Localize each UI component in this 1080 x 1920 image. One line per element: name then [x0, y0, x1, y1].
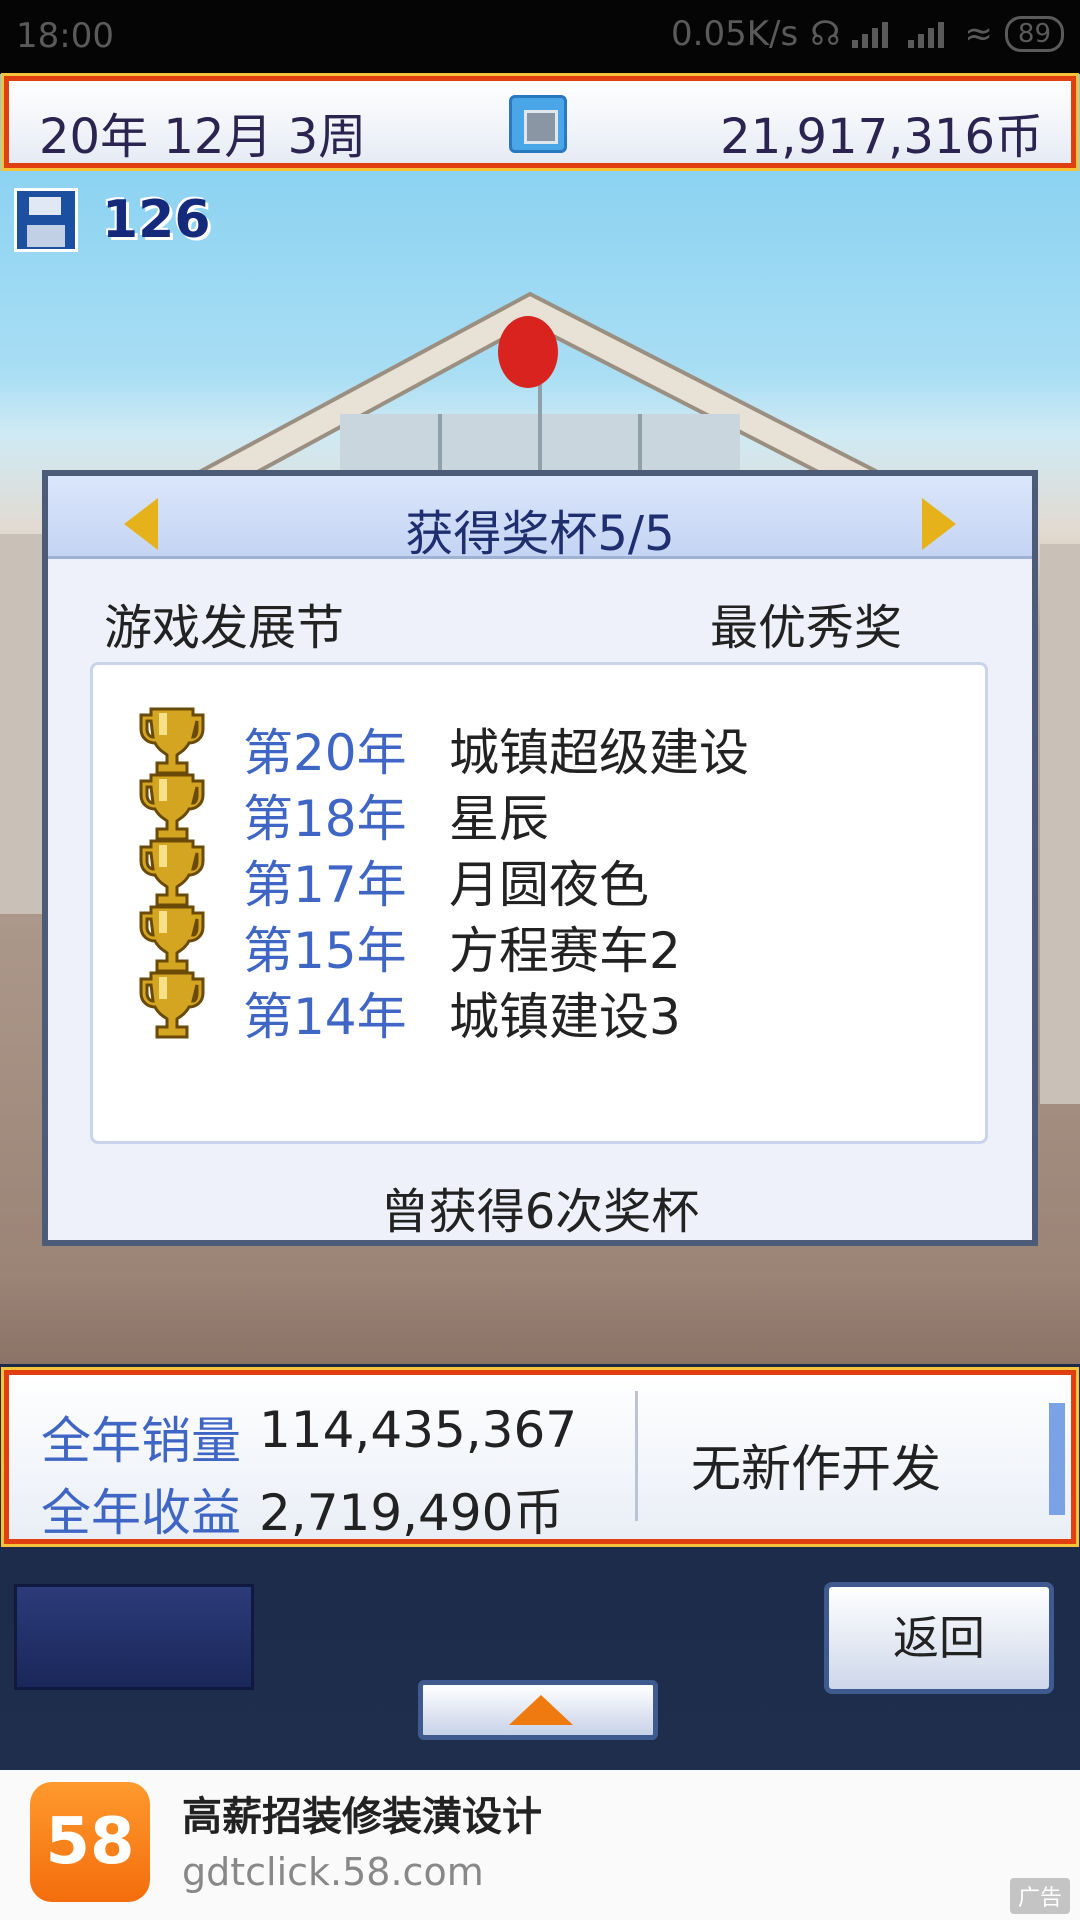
- festival-name: 游戏发展节: [104, 600, 345, 656]
- back-button[interactable]: 返回: [824, 1582, 1054, 1694]
- trophy-icon: [139, 971, 205, 1039]
- wifi-icon: ≈: [964, 14, 993, 54]
- money-display: 21,917,316币: [720, 109, 1043, 165]
- status-time: 18:00: [16, 16, 114, 56]
- award-game: 城镇建设3: [449, 988, 681, 1046]
- battery-icon: 89: [1004, 16, 1064, 52]
- lantern-icon: [498, 316, 558, 388]
- award-row: 第14年 城镇建设3: [93, 965, 985, 1046]
- stats-scrollbar[interactable]: [1049, 1403, 1065, 1515]
- dev-status: 无新作开发: [691, 1440, 941, 1498]
- save-indicator[interactable]: 126: [14, 188, 211, 252]
- award-name: 最优秀奖: [709, 600, 902, 656]
- sales-label: 全年销量: [41, 1412, 241, 1470]
- trophy-dialog: 获得奖杯5/5 游戏发展节 最优秀奖 第20年 城镇超级建设 第18年 星辰 第…: [42, 470, 1038, 1246]
- trophy-total: 曾获得6次奖杯: [380, 1184, 700, 1240]
- game-date: 20年 12月 3周: [39, 109, 367, 165]
- menu-button[interactable]: [14, 1584, 254, 1690]
- ad-banner[interactable]: 58 高薪招装修装潢设计 gdtclick.58.com 广告: [0, 1770, 1080, 1920]
- save-count: 126: [102, 190, 211, 250]
- ad-logo: 58: [30, 1782, 150, 1902]
- revenue-label: 全年收益: [41, 1484, 241, 1542]
- shelf-right: [1040, 544, 1080, 1104]
- next-arrow-icon[interactable]: [922, 498, 956, 550]
- screen-mode-button[interactable]: [509, 95, 567, 153]
- status-bar: 18:00 0.05K/s ☊ ≈ 89: [0, 0, 1080, 74]
- ad-domain: gdtclick.58.com: [182, 1850, 484, 1894]
- ad-headline: 高薪招装修装潢设计: [182, 1794, 542, 1840]
- dialog-title: 获得奖杯5/5: [405, 506, 675, 562]
- award-list: 第20年 城镇超级建设 第18年 星辰 第17年 月圆夜色 第15年 方程赛车2…: [90, 662, 988, 1144]
- expand-up-button[interactable]: [418, 1680, 658, 1740]
- annual-stats-bar: 全年销量 114,435,367 全年收益 2,719,490币 无新作开发: [1, 1367, 1079, 1547]
- stats-divider: [635, 1391, 638, 1521]
- network-speed: 0.05K/s: [671, 14, 799, 54]
- top-info-bar: 20年 12月 3周 21,917,316币: [1, 73, 1079, 171]
- dialog-title-bar: 获得奖杯5/5: [48, 476, 1032, 562]
- up-arrow-icon: [509, 1695, 573, 1725]
- revenue-value: 2,719,490币: [259, 1484, 564, 1542]
- status-icons: 0.05K/s ☊ ≈ 89: [671, 14, 1064, 54]
- floppy-disk-icon[interactable]: [14, 188, 78, 252]
- sales-value: 114,435,367: [259, 1401, 578, 1459]
- award-year: 第14年: [243, 988, 407, 1046]
- headset-icon: ☊: [810, 14, 841, 54]
- signal-icon: [852, 20, 896, 48]
- signal-icon-2: [908, 20, 952, 48]
- ad-tag: 广告: [1009, 1878, 1070, 1914]
